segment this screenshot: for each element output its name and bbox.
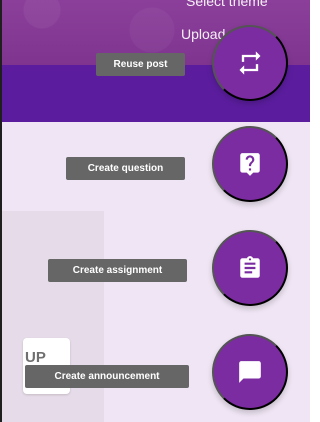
left-window-edge — [0, 0, 2, 422]
reuse-post-button[interactable] — [212, 25, 288, 101]
repeat-icon — [239, 51, 261, 75]
clipboard-icon — [240, 256, 260, 278]
create-announcement-tooltip: Create announcement — [25, 365, 189, 388]
create-assignment-button[interactable] — [212, 230, 288, 306]
question-icon — [240, 153, 260, 176]
chat-icon — [239, 361, 261, 383]
classroom-create-menu: Select theme Upload photo UP Reuse post … — [0, 0, 310, 422]
reuse-post-tooltip: Reuse post — [96, 53, 185, 76]
create-question-tooltip: Create question — [66, 157, 185, 180]
select-theme-link[interactable]: Select theme — [186, 0, 268, 9]
create-announcement-button[interactable] — [212, 334, 288, 410]
stream-card-partial-label: UP — [25, 349, 46, 366]
create-assignment-tooltip: Create assignment — [48, 259, 187, 282]
create-question-button[interactable] — [212, 126, 288, 202]
